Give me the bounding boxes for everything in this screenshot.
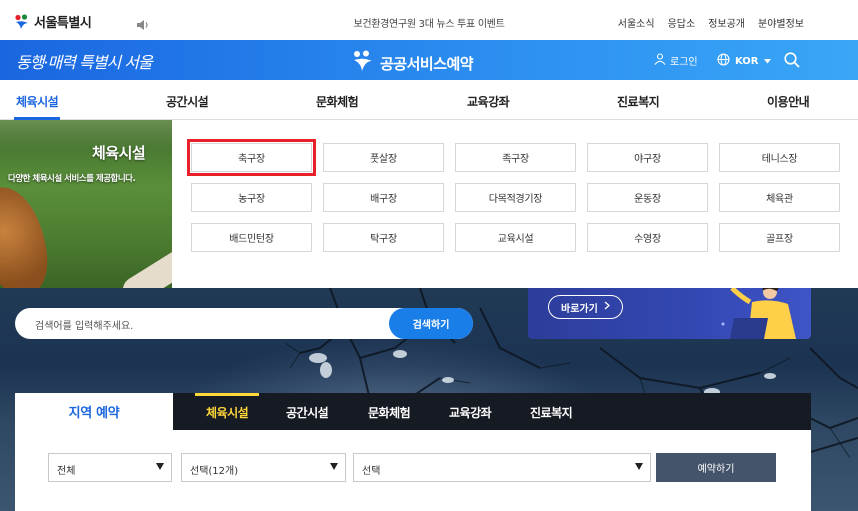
seoul-slogan-logo[interactable]: 동행·매력 특별시 서울: [16, 49, 153, 73]
caret-down-icon: [763, 56, 771, 67]
facility-jokgu-court[interactable]: 족구장: [455, 143, 576, 172]
service-title[interactable]: 공공서비스예약: [352, 50, 474, 76]
facility-swimming-pool[interactable]: 수영장: [587, 223, 708, 252]
service-logo-icon: [352, 50, 374, 76]
language-label: KOR: [735, 55, 759, 67]
user-icon: [654, 53, 666, 68]
facility-basketball-court[interactable]: 농구장: [191, 183, 312, 212]
shortcut-button[interactable]: 바로가기: [548, 295, 623, 319]
region-select-value: 전체: [57, 466, 76, 477]
mega-menu-dropdown: 체육시설 다양한 체육시설 서비스를 제공합니다. 축구장 풋살장 족구장 야구…: [0, 120, 858, 288]
promo-description: 다양한 체육시설 서비스를 제공합니다.: [8, 174, 136, 184]
login-label: 로그인: [670, 57, 698, 68]
baseball-glove-image: [0, 180, 55, 288]
category-select-value: 선택(12개): [190, 466, 239, 477]
top-bar: 서울특별시 보건환경연구원 3대 뉴스 투표 이벤트 서울소식 응답소 정보공개…: [0, 0, 858, 40]
facility-badminton-court[interactable]: 배드민턴장: [191, 223, 312, 252]
facility-multipurpose-stadium[interactable]: 다목적경기장: [455, 183, 576, 212]
promo-title: 체육시설: [92, 144, 146, 162]
facility-soccer-field[interactable]: 축구장: [187, 139, 316, 176]
region-select[interactable]: 전체: [48, 453, 172, 482]
header-banner: 동행·매력 특별시 서울 공공서비스예약 로그인 KOR: [0, 40, 858, 80]
nav-item-space-facilities[interactable]: 공간시설: [166, 93, 209, 110]
active-tab-indicator: [195, 393, 259, 396]
reservation-widget: 지역 예약 체육시설 공간시설 문화체험 교육강좌 진료복지 전체 선택(12개…: [15, 393, 811, 511]
util-link-field-info[interactable]: 분야별정보: [758, 15, 804, 30]
facility-gymnasium[interactable]: 체육관: [719, 183, 840, 212]
reserve-button[interactable]: 예약하기: [656, 453, 776, 482]
dropdown-arrow-icon: [156, 463, 164, 470]
facility-baseball-field[interactable]: 야구장: [587, 143, 708, 172]
dropdown-arrow-icon: [635, 463, 643, 470]
nav-item-education-courses[interactable]: 교육강좌: [467, 93, 510, 110]
main-search-bar: 검색어를 입력해주세요. 검색하기: [15, 308, 473, 339]
util-link-eungdapso[interactable]: 응답소: [668, 15, 696, 30]
search-input[interactable]: 검색어를 입력해주세요.: [35, 317, 133, 332]
facility-table-tennis[interactable]: 탁구장: [323, 223, 444, 252]
facility-select[interactable]: 선택: [353, 453, 651, 482]
baseball-bat-image: [117, 238, 172, 288]
category-select[interactable]: 선택(12개): [181, 453, 346, 482]
util-link-seoul-news[interactable]: 서울소식: [618, 15, 655, 30]
facility-volleyball-court[interactable]: 배구장: [323, 183, 444, 212]
facility-sports-ground[interactable]: 운동장: [587, 183, 708, 212]
login-button[interactable]: 로그인: [654, 53, 698, 68]
facility-grid: 축구장 풋살장 족구장 야구장 테니스장 농구장 배구장 다목적경기장 운동장 …: [187, 139, 841, 252]
tab-medical-welfare[interactable]: 진료복지: [530, 404, 573, 421]
search-icon[interactable]: [784, 52, 800, 72]
language-selector[interactable]: KOR: [717, 53, 771, 69]
globe-icon: [717, 53, 730, 69]
person-laptop-illustration: [721, 288, 796, 339]
service-title-text: 공공서비스예약: [380, 54, 474, 73]
utility-links: 서울소식 응답소 정보공개 분야별정보: [618, 15, 804, 30]
chevron-right-icon: [604, 301, 610, 313]
dropdown-arrow-icon: [330, 463, 338, 470]
facility-select-value: 선택: [362, 466, 381, 477]
tab-region-reservation[interactable]: 지역 예약: [15, 393, 173, 430]
hero-section: 검색어를 입력해주세요. 검색하기 바로가기 지역 예약 체육시설 공간시설 문…: [0, 288, 858, 511]
tab-culture-experience[interactable]: 문화체험: [368, 404, 411, 421]
search-button[interactable]: 검색하기: [389, 308, 473, 339]
tab-space-facilities[interactable]: 공간시설: [286, 404, 329, 421]
sports-promo-image: 체육시설 다양한 체육시설 서비스를 제공합니다.: [0, 120, 172, 288]
tab-education-courses[interactable]: 교육강좌: [449, 404, 492, 421]
nav-item-medical-welfare[interactable]: 진료복지: [617, 93, 660, 110]
facility-tennis-court[interactable]: 테니스장: [719, 143, 840, 172]
main-navigation: 체육시설 공간시설 문화체험 교육강좌 진료복지 이용안내: [0, 80, 858, 120]
nav-item-culture-experience[interactable]: 문화체험: [316, 93, 359, 110]
shortcut-label: 바로가기: [561, 303, 598, 315]
category-tabs: 체육시설 공간시설 문화체험 교육강좌 진료복지: [173, 393, 811, 430]
facility-education[interactable]: 교육시설: [455, 223, 576, 252]
shortcut-banner[interactable]: 바로가기: [528, 288, 811, 339]
facility-golf-course[interactable]: 골프장: [719, 223, 840, 252]
util-link-info-disclosure[interactable]: 정보공개: [708, 15, 745, 30]
tab-sports-facilities[interactable]: 체육시설: [206, 404, 249, 421]
facility-futsal-field[interactable]: 풋살장: [323, 143, 444, 172]
nav-item-usage-guide[interactable]: 이용안내: [767, 93, 810, 110]
nav-item-sports-facilities[interactable]: 체육시설: [16, 93, 59, 110]
